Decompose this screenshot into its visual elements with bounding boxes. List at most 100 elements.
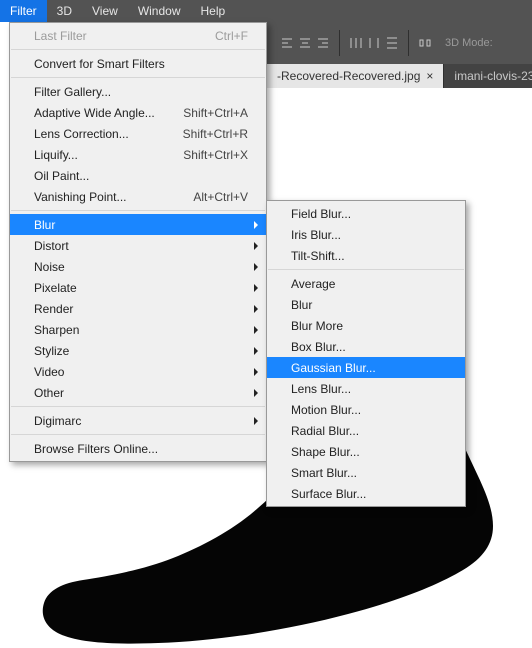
menu-filter[interactable]: Filter	[0, 0, 47, 22]
menuitem-video[interactable]: Video	[10, 361, 266, 382]
menuitem-tilt-shift[interactable]: Tilt-Shift...	[267, 245, 465, 266]
menuitem-label: Vanishing Point...	[34, 190, 127, 204]
menuitem-other[interactable]: Other	[10, 382, 266, 403]
menu-separator	[11, 77, 265, 78]
menuitem-label: Lens Blur...	[291, 382, 351, 396]
separator-icon	[339, 30, 340, 56]
shortcut-label: Shift+Ctrl+X	[183, 148, 248, 162]
menu-separator	[11, 210, 265, 211]
menu-separator	[11, 406, 265, 407]
menuitem-adaptive-wide-angle[interactable]: Adaptive Wide Angle... Shift+Ctrl+A	[10, 102, 266, 123]
menuitem-label: Liquify...	[34, 148, 78, 162]
close-icon[interactable]: ×	[426, 69, 433, 83]
menuitem-box-blur[interactable]: Box Blur...	[267, 336, 465, 357]
menuitem-label: Render	[34, 302, 73, 316]
align-center-icon[interactable]	[297, 35, 313, 51]
align-left-icon[interactable]	[279, 35, 295, 51]
menu-window[interactable]: Window	[128, 0, 191, 22]
menuitem-render[interactable]: Render	[10, 298, 266, 319]
tab-label: imani-clovis-2347	[454, 69, 532, 83]
menuitem-smart-blur[interactable]: Smart Blur...	[267, 462, 465, 483]
menuitem-label: Box Blur...	[291, 340, 346, 354]
menuitem-label: Last Filter	[34, 29, 87, 43]
menu-view[interactable]: View	[82, 0, 128, 22]
shortcut-label: Shift+Ctrl+R	[183, 127, 248, 141]
menuitem-label: Adaptive Wide Angle...	[34, 106, 155, 120]
menuitem-motion-blur[interactable]: Motion Blur...	[267, 399, 465, 420]
menuitem-label: Field Blur...	[291, 207, 351, 221]
menuitem-average[interactable]: Average	[267, 273, 465, 294]
menuitem-shape-blur[interactable]: Shape Blur...	[267, 441, 465, 462]
menuitem-blur-more[interactable]: Blur More	[267, 315, 465, 336]
align-right-icon[interactable]	[315, 35, 331, 51]
menuitem-label: Convert for Smart Filters	[34, 57, 165, 71]
menuitem-label: Stylize	[34, 344, 69, 358]
menuitem-iris-blur[interactable]: Iris Blur...	[267, 224, 465, 245]
menuitem-distort[interactable]: Distort	[10, 235, 266, 256]
menuitem-noise[interactable]: Noise	[10, 256, 266, 277]
menuitem-gaussian-blur[interactable]: Gaussian Blur...	[267, 357, 465, 378]
menuitem-label: Radial Blur...	[291, 424, 359, 438]
distribute-h-icon[interactable]	[348, 35, 364, 51]
menuitem-label: Other	[34, 386, 64, 400]
menuitem-label: Average	[291, 277, 335, 291]
menuitem-filter-gallery[interactable]: Filter Gallery...	[10, 81, 266, 102]
menuitem-last-filter: Last Filter Ctrl+F	[10, 25, 266, 46]
menuitem-label: Shape Blur...	[291, 445, 360, 459]
menuitem-label: Blur More	[291, 319, 343, 333]
menuitem-surface-blur[interactable]: Surface Blur...	[267, 483, 465, 504]
menuitem-label: Lens Correction...	[34, 127, 129, 141]
shortcut-label: Alt+Ctrl+V	[193, 190, 248, 204]
menuitem-label: Video	[34, 365, 64, 379]
tab-label: -Recovered-Recovered.jpg	[277, 69, 420, 83]
menuitem-blur[interactable]: Blur	[267, 294, 465, 315]
menuitem-pixelate[interactable]: Pixelate	[10, 277, 266, 298]
menuitem-label: Browse Filters Online...	[34, 442, 158, 456]
menuitem-sharpen[interactable]: Sharpen	[10, 319, 266, 340]
menu-help[interactable]: Help	[191, 0, 236, 22]
menuitem-blur[interactable]: Blur	[10, 214, 266, 235]
distribute-v-icon[interactable]	[384, 35, 400, 51]
menuitem-digimarc[interactable]: Digimarc	[10, 410, 266, 431]
menuitem-label: Motion Blur...	[291, 403, 361, 417]
menu-separator	[11, 49, 265, 50]
separator-icon	[408, 30, 409, 56]
menuitem-vanishing-point[interactable]: Vanishing Point... Alt+Ctrl+V	[10, 186, 266, 207]
document-tabs: -Recovered-Recovered.jpg × imani-clovis-…	[267, 64, 532, 88]
distribute-hc-icon[interactable]	[366, 35, 382, 51]
menuitem-label: Filter Gallery...	[34, 85, 111, 99]
document-tab-inactive[interactable]: imani-clovis-2347	[444, 64, 532, 88]
menuitem-label: Iris Blur...	[291, 228, 341, 242]
menuitem-oil-paint[interactable]: Oil Paint...	[10, 165, 266, 186]
filter-menu-dropdown: Last Filter Ctrl+F Convert for Smart Fil…	[9, 22, 267, 462]
menuitem-label: Oil Paint...	[34, 169, 89, 183]
menuitem-lens-blur[interactable]: Lens Blur...	[267, 378, 465, 399]
menubar: Filter 3D View Window Help	[0, 0, 532, 22]
blur-submenu: Field Blur... Iris Blur... Tilt-Shift...…	[266, 200, 466, 507]
document-tab-active[interactable]: -Recovered-Recovered.jpg ×	[267, 64, 444, 88]
options-bar: 3D Mode:	[267, 22, 532, 64]
menuitem-label: Pixelate	[34, 281, 77, 295]
menuitem-convert-smart-filters[interactable]: Convert for Smart Filters	[10, 53, 266, 74]
distribute-spacing-icon[interactable]	[417, 35, 433, 51]
menuitem-stylize[interactable]: Stylize	[10, 340, 266, 361]
menu-separator	[11, 434, 265, 435]
menuitem-label: Digimarc	[34, 414, 81, 428]
shortcut-label: Shift+Ctrl+A	[183, 106, 248, 120]
menuitem-field-blur[interactable]: Field Blur...	[267, 203, 465, 224]
menuitem-label: Blur	[34, 218, 55, 232]
3d-mode-label: 3D Mode:	[445, 37, 493, 49]
menuitem-lens-correction[interactable]: Lens Correction... Shift+Ctrl+R	[10, 123, 266, 144]
menuitem-label: Distort	[34, 239, 69, 253]
menu-separator	[268, 269, 464, 270]
menuitem-label: Tilt-Shift...	[291, 249, 345, 263]
menu-3d[interactable]: 3D	[47, 0, 82, 22]
menuitem-liquify[interactable]: Liquify... Shift+Ctrl+X	[10, 144, 266, 165]
menuitem-browse-filters-online[interactable]: Browse Filters Online...	[10, 438, 266, 459]
menuitem-label: Noise	[34, 260, 65, 274]
menuitem-label: Sharpen	[34, 323, 79, 337]
menuitem-radial-blur[interactable]: Radial Blur...	[267, 420, 465, 441]
menuitem-label: Surface Blur...	[291, 487, 366, 501]
shortcut-label: Ctrl+F	[215, 29, 248, 43]
menuitem-label: Smart Blur...	[291, 466, 357, 480]
